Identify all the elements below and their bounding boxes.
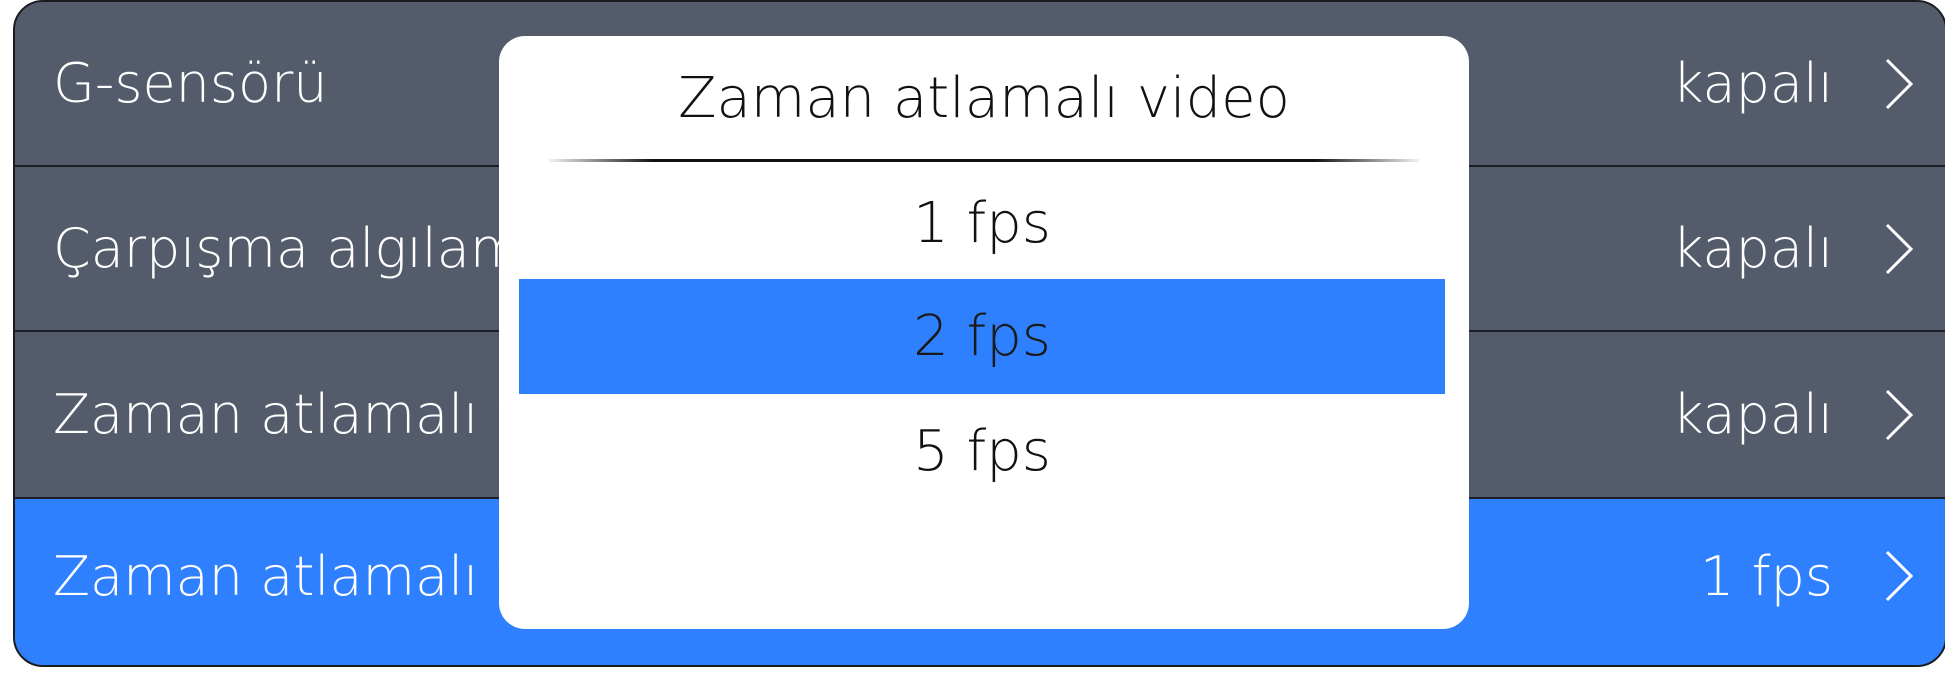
option-5-fps[interactable]: 5 fps (519, 394, 1445, 509)
setting-value: 1 fps (1700, 544, 1833, 608)
chevron-right-icon (1879, 332, 1919, 497)
dialog-divider (549, 159, 1419, 162)
setting-value: kapalı (1672, 383, 1833, 446)
setting-value: kapalı (1672, 52, 1833, 115)
selection-dialog: Zaman atlamalı video 1 fps 2 fps 5 fps (499, 36, 1469, 629)
chevron-right-icon (1879, 491, 1919, 661)
chevron-right-icon (1879, 167, 1919, 330)
option-1-fps[interactable]: 1 fps (519, 166, 1445, 281)
dialog-title: Zaman atlamalı video (678, 65, 1290, 131)
setting-value: kapalı (1672, 217, 1833, 280)
chevron-right-icon (1879, 2, 1919, 165)
setting-label: G-sensörü (53, 52, 328, 115)
option-2-fps[interactable]: 2 fps (519, 279, 1445, 394)
setting-label: Çarpışma algılama (53, 217, 556, 280)
